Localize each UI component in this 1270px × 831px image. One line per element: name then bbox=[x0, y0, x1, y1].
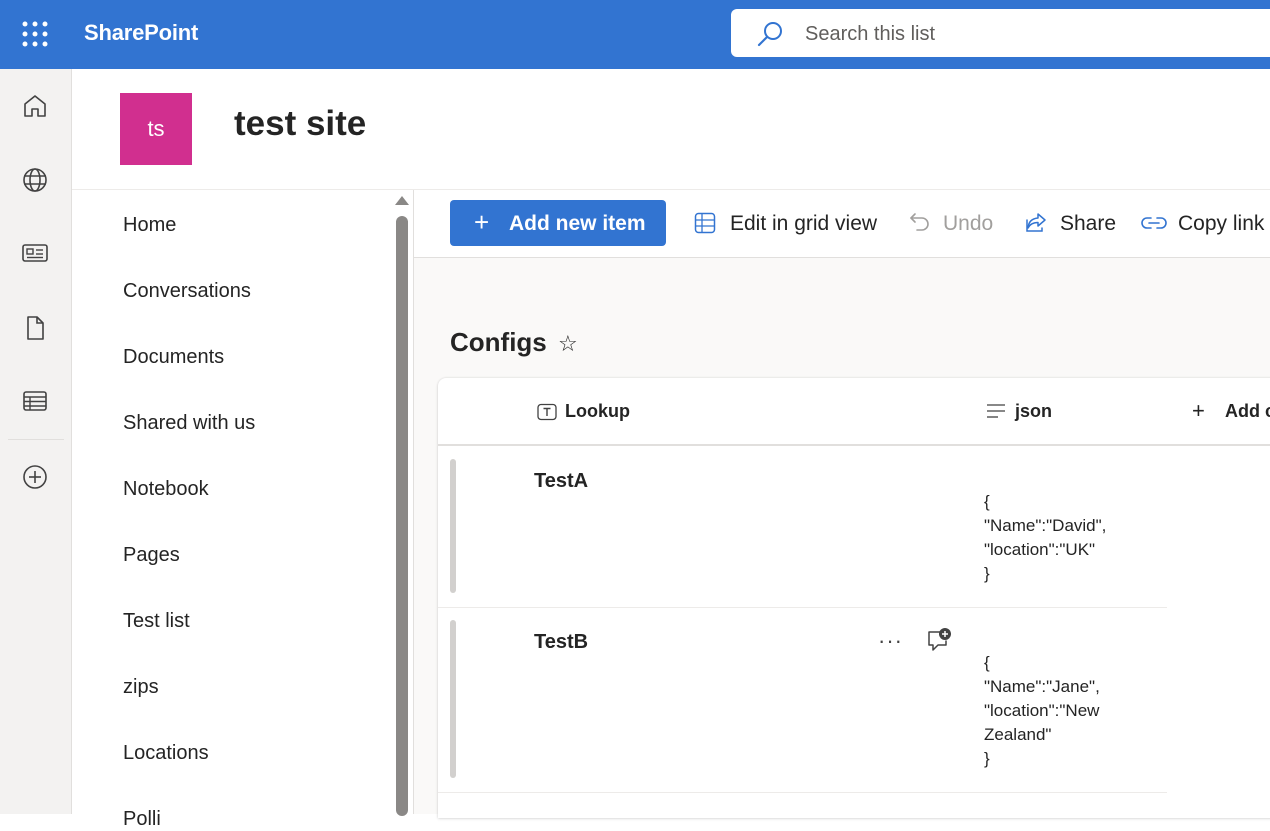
app-bar bbox=[0, 69, 72, 814]
appbar-divider bbox=[8, 439, 64, 440]
nav-item-shared-with-us[interactable]: Shared with us bbox=[123, 412, 255, 435]
search-input[interactable] bbox=[803, 19, 1207, 49]
header-separator bbox=[438, 444, 1270, 446]
row-separator bbox=[438, 792, 1167, 793]
column-header-json[interactable]: json bbox=[1015, 401, 1052, 422]
grid-icon bbox=[694, 212, 716, 234]
plus-icon: + bbox=[474, 207, 490, 237]
globe-icon[interactable] bbox=[20, 165, 50, 195]
add-new-item-label: Add new item bbox=[509, 212, 646, 235]
favorite-star-icon[interactable]: ☆ bbox=[558, 331, 578, 357]
nav-item-polli[interactable]: Polli bbox=[123, 808, 161, 831]
nav-item-test-list[interactable]: Test list bbox=[123, 610, 190, 633]
row-selection-bar[interactable] bbox=[450, 459, 456, 593]
nav-item-conversations[interactable]: Conversations bbox=[123, 280, 251, 303]
copy-link-button[interactable]: Copy link bbox=[1178, 212, 1264, 236]
share-icon bbox=[1026, 213, 1046, 232]
left-navigation: Home Conversations Documents Shared with… bbox=[72, 190, 414, 830]
search-box[interactable] bbox=[731, 9, 1270, 57]
add-column-button[interactable]: Add c bbox=[1225, 401, 1270, 422]
text-column-icon bbox=[537, 403, 557, 421]
nav-item-notebook[interactable]: Notebook bbox=[123, 478, 209, 501]
add-comment-icon[interactable] bbox=[925, 626, 953, 654]
row-selection-bar[interactable] bbox=[450, 620, 456, 778]
lists-icon[interactable] bbox=[20, 386, 50, 416]
undo-button[interactable]: Undo bbox=[943, 212, 993, 236]
add-circle-icon[interactable] bbox=[20, 462, 50, 492]
nav-item-documents[interactable]: Documents bbox=[123, 346, 224, 369]
suite-bar: SharePoint bbox=[0, 0, 1270, 69]
search-icon bbox=[757, 22, 782, 47]
site-logo[interactable]: ts bbox=[120, 93, 192, 165]
row-title[interactable]: TestA bbox=[534, 470, 588, 493]
undo-icon bbox=[910, 213, 929, 231]
row-json: { "Name":"Jane", "location":"New Zealand… bbox=[984, 653, 1100, 768]
row-json: { "Name":"David", "location":"UK" } bbox=[984, 492, 1107, 583]
scroll-up-arrow[interactable] bbox=[395, 196, 409, 205]
site-title[interactable]: test site bbox=[234, 104, 366, 144]
nav-scrollbar-thumb[interactable] bbox=[396, 216, 408, 816]
share-button[interactable]: Share bbox=[1060, 212, 1116, 236]
nav-item-zips[interactable]: zips bbox=[123, 676, 159, 699]
add-column-plus-icon[interactable]: + bbox=[1192, 398, 1205, 424]
news-icon[interactable] bbox=[20, 238, 50, 268]
multiline-text-icon bbox=[987, 404, 1005, 418]
app-launcher-icon[interactable] bbox=[22, 21, 48, 47]
list-title[interactable]: Configs bbox=[450, 327, 547, 358]
app-name[interactable]: SharePoint bbox=[84, 20, 198, 46]
edit-in-grid-view-button[interactable]: Edit in grid view bbox=[730, 212, 877, 236]
column-header-lookup[interactable]: Lookup bbox=[565, 401, 630, 422]
add-new-item-button[interactable]: + Add new item bbox=[450, 200, 666, 246]
site-logo-initials: ts bbox=[147, 116, 165, 141]
home-icon[interactable] bbox=[20, 91, 50, 121]
nav-item-home[interactable]: Home bbox=[123, 214, 176, 237]
more-options-icon[interactable]: ··· bbox=[878, 628, 903, 654]
nav-item-pages[interactable]: Pages bbox=[123, 544, 180, 567]
row-title[interactable]: TestB bbox=[534, 631, 588, 654]
nav-item-locations[interactable]: Locations bbox=[123, 742, 209, 765]
row-separator bbox=[438, 607, 1167, 608]
file-icon[interactable] bbox=[20, 313, 50, 343]
link-icon bbox=[1141, 217, 1167, 229]
